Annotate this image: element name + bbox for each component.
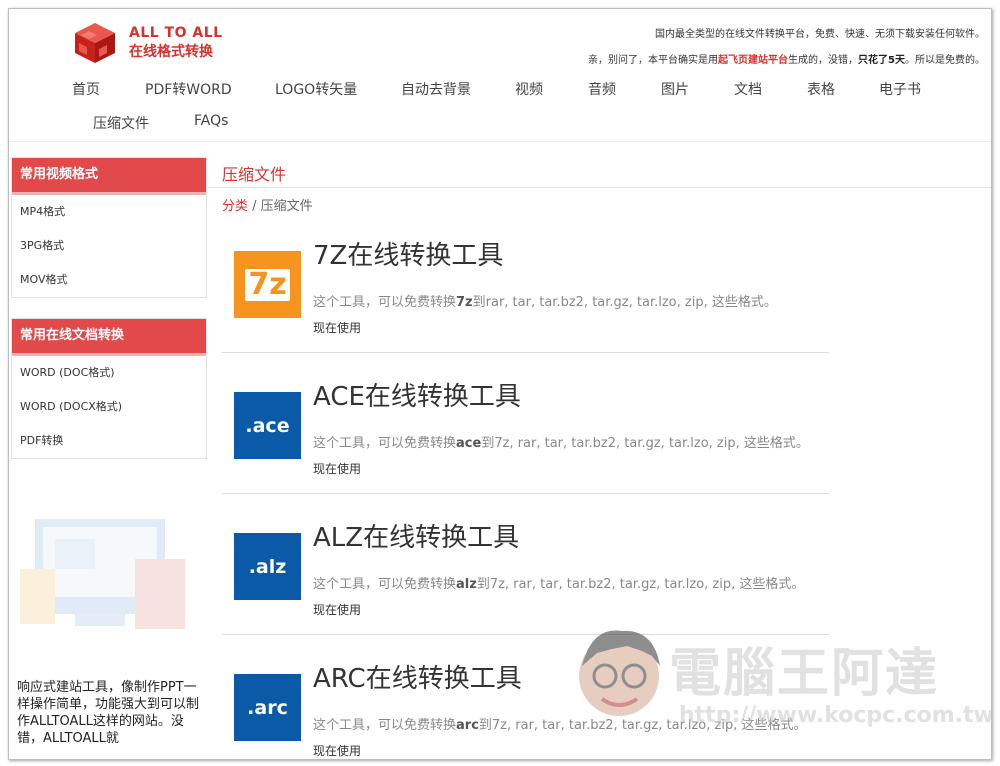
breadcrumb: 分类 / 压缩文件 (222, 195, 313, 214)
desc-format: arc (456, 718, 479, 733)
note-text-b: 生成的，没错， (788, 55, 859, 66)
desc-text-b: 到rar, tar, tar.bz2, tar.gz, tar.lzo, zip… (472, 295, 777, 310)
page-title: 压缩文件 (222, 165, 287, 184)
use-now-link[interactable]: 现在使用 (313, 742, 361, 759)
tool-description: 这个工具，可以免费转换alz到7z, rar, tar, tar.bz2, ta… (313, 573, 804, 592)
nav-logo-vector[interactable]: LOGO转矢量 (275, 79, 357, 99)
website-builder-illustration (20, 519, 185, 629)
ace-format-icon[interactable]: .ace (234, 392, 301, 459)
sidebar-video-title: 常用视频格式 (12, 158, 206, 195)
note-link[interactable]: 起飞页建站平台 (718, 55, 788, 66)
tool-divider (222, 352, 829, 353)
desc-format: alz (456, 577, 477, 592)
title-divider (208, 187, 991, 188)
sidebar-video-formats: 常用视频格式 MP4格式 3PG格式 MOV格式 (11, 157, 207, 298)
sidebar-item-3pg[interactable]: 3PG格式 (12, 229, 206, 263)
desc-text-a: 这个工具，可以免费转换 (313, 295, 457, 310)
note-bold: 只花了5天 (858, 55, 905, 66)
sidebar-docs-title: 常用在线文档转换 (12, 319, 206, 356)
use-now-link[interactable]: 现在使用 (313, 319, 361, 336)
sidebar-item-word-doc[interactable]: WORD (DOC格式) (12, 356, 206, 390)
nav-remove-background[interactable]: 自动去背景 (401, 79, 471, 99)
nav-spreadsheet[interactable]: 表格 (807, 79, 835, 99)
7z-icon-label: 7z (245, 268, 290, 301)
nav-pdf-to-word[interactable]: PDF转WORD (145, 79, 232, 99)
desc-text-b: 到7z, rar, tar, tar.bz2, tar.gz, tar.lzo,… (481, 436, 809, 451)
nav-image[interactable]: 图片 (661, 79, 689, 99)
sidebar-item-word-docx[interactable]: WORD (DOCX格式) (12, 390, 206, 424)
breadcrumb-category-link[interactable]: 分类 (222, 199, 248, 214)
arc-format-icon[interactable]: .arc (234, 674, 301, 741)
breadcrumb-separator: / (248, 199, 261, 214)
tool-divider (222, 493, 829, 494)
tool-title[interactable]: ALZ在线转换工具 (313, 517, 519, 554)
desc-text-a: 这个工具，可以免费转换 (313, 718, 457, 733)
sidebar-doc-conversion: 常用在线文档转换 WORD (DOC格式) WORD (DOCX格式) PDF转… (11, 318, 207, 459)
watermark-url: http://www.kocpc.com.tw (679, 703, 992, 728)
desc-text-a: 这个工具，可以免费转换 (313, 577, 457, 592)
sidebar-item-pdf[interactable]: PDF转换 (12, 424, 206, 458)
use-now-link[interactable]: 现在使用 (313, 601, 361, 618)
logo-line1: ALL TO ALL (129, 25, 223, 41)
mascot-face-icon (579, 630, 660, 716)
site-logo[interactable]: ALL TO ALL 在线格式转换 (71, 21, 223, 65)
tool-title[interactable]: 7Z在线转换工具 (313, 235, 503, 272)
tool-description: 这个工具，可以免费转换7z到rar, tar, tar.bz2, tar.gz,… (313, 291, 777, 310)
note-text-c: 。所以是免费的。 (905, 55, 985, 66)
use-now-link[interactable]: 现在使用 (313, 460, 361, 477)
header-note-2: 亲，别问了，本平台确实是用起飞页建站平台生成的，没错，只花了5天。所以是免费的。 (588, 51, 985, 66)
desc-text-a: 这个工具，可以免费转换 (313, 436, 457, 451)
watermark-text: 電腦王阿達 (669, 644, 940, 704)
nav-archive[interactable]: 压缩文件 (93, 113, 149, 133)
breadcrumb-current: 压缩文件 (260, 199, 313, 214)
header-note-1: 国内最全类型的在线文件转换平台，免费、快速、无须下载安装任何软件。 (655, 29, 985, 40)
tool-title[interactable]: ARC在线转换工具 (313, 658, 522, 695)
nav-audio[interactable]: 音频 (588, 79, 616, 99)
nav-faqs[interactable]: FAQs (194, 113, 228, 129)
alz-format-icon[interactable]: .alz (234, 533, 301, 600)
desc-format: 7z (456, 295, 473, 310)
tool-description: 这个工具，可以免费转换ace到7z, rar, tar, tar.bz2, ta… (313, 432, 809, 451)
tool-card-ace: .ace ACE在线转换工具 这个工具，可以免费转换ace到7z, rar, t… (222, 368, 829, 496)
header-divider (9, 141, 991, 142)
note-text-a: 亲，别问了，本平台确实是用 (588, 55, 719, 66)
nav-home[interactable]: 首页 (72, 79, 100, 99)
browser-page: ALL TO ALL 在线格式转换 国内最全类型的在线文件转换平台，免费、快速、… (8, 8, 992, 760)
nav-document[interactable]: 文档 (734, 79, 762, 99)
desc-text-b: 到7z, rar, tar, tar.bz2, tar.gz, tar.lzo,… (476, 577, 805, 592)
nav-ebook[interactable]: 电子书 (879, 79, 921, 99)
7z-format-icon[interactable]: 7z (234, 251, 301, 318)
logo-text: ALL TO ALL 在线格式转换 (129, 24, 223, 62)
sidebar-item-mp4[interactable]: MP4格式 (12, 195, 206, 229)
desc-format: ace (456, 436, 482, 451)
nav-video[interactable]: 视频 (515, 79, 543, 99)
sidebar-promo-text: 响应式建站工具，像制作PPT一样操作简单，功能强大到可以制作ALLTOALL这样… (17, 680, 200, 746)
sidebar-item-mov[interactable]: MOV格式 (12, 263, 206, 297)
logo-line2: 在线格式转换 (129, 44, 213, 60)
tool-title[interactable]: ACE在线转换工具 (313, 376, 521, 413)
cube-logo-icon (75, 23, 115, 63)
watermark: 電腦王阿達 http://www.kocpc.com.tw (572, 617, 991, 757)
tool-card-7z: 7z 7Z在线转换工具 这个工具，可以免费转换7z到rar, tar, tar.… (222, 227, 829, 355)
